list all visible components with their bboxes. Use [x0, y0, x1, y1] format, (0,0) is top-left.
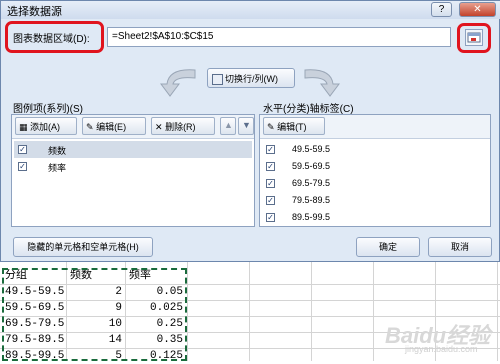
copy-selection-marquee: [2, 268, 187, 361]
ok-button[interactable]: 确定: [356, 237, 420, 257]
select-data-source-dialog: 选择数据源 ? ✕ 图表数据区域(D): =Sheet2!$A$10:$C$15…: [0, 0, 500, 262]
delete-label: 删除(R): [165, 122, 196, 132]
switch-row-column-button[interactable]: 切换行/列(W): [207, 68, 295, 88]
switch-icon: [212, 74, 223, 86]
category-row[interactable]: ✓ 69.5-79.5: [262, 175, 488, 192]
axis-toolbar: ✎ 编辑(T): [260, 115, 490, 139]
edit-axis-button[interactable]: ✎ 编辑(T): [263, 117, 325, 135]
delete-icon: ✕: [155, 122, 163, 132]
category-label: 69.5-79.5: [292, 178, 331, 188]
close-button[interactable]: ✕: [459, 2, 496, 17]
category-checkbox[interactable]: ✓: [266, 145, 275, 154]
edit-icon: ✎: [267, 122, 275, 132]
range-button-highlight: [457, 23, 491, 53]
edit-series-button[interactable]: ✎ 编辑(E): [82, 117, 146, 135]
category-checkbox[interactable]: ✓: [266, 162, 275, 171]
category-label: 49.5-59.5: [292, 144, 331, 154]
edit-label: 编辑(E): [96, 122, 127, 132]
add-label: 添加(A): [30, 122, 61, 132]
curved-arrow-left-icon: [160, 69, 196, 97]
add-icon: ▦: [19, 122, 28, 132]
category-row[interactable]: ✓ 89.5-99.5: [262, 209, 488, 226]
edit-axis-label: 编辑(T): [277, 122, 307, 132]
watermark-url: jingyan.baidu.com: [405, 344, 478, 354]
category-row[interactable]: ✓ 59.5-69.5: [262, 158, 488, 175]
category-row[interactable]: ✓ 49.5-59.5: [262, 141, 488, 158]
category-label: 79.5-89.5: [292, 195, 331, 205]
move-up-icon: ▲: [224, 120, 233, 130]
cancel-button[interactable]: 取消: [428, 237, 492, 257]
legend-entries-label: 图例项(系列)(S): [13, 104, 83, 115]
move-down-button[interactable]: ▼: [238, 117, 254, 135]
delete-series-button[interactable]: ✕ 删除(R): [151, 117, 215, 135]
move-down-icon: ▼: [242, 120, 251, 130]
category-checkbox[interactable]: ✓: [266, 196, 275, 205]
category-label: 89.5-99.5: [292, 212, 331, 222]
axis-labels-panel: ✎ 编辑(T) ✓ 49.5-59.5 ✓ 59.5-69.5 ✓ 69.5-7…: [259, 114, 491, 227]
range-label-highlight: [5, 21, 104, 53]
curved-arrow-right-icon: [304, 69, 340, 97]
dialog-title: 选择数据源: [7, 6, 62, 18]
chart-data-range-input[interactable]: =Sheet2!$A$10:$C$15: [107, 27, 451, 47]
series-checkbox[interactable]: ✓: [18, 162, 27, 171]
axis-labels-label: 水平(分类)轴标签(C): [263, 104, 354, 115]
help-button[interactable]: ?: [431, 2, 452, 17]
series-row[interactable]: ✓ 频数: [14, 141, 252, 158]
hidden-empty-cells-button[interactable]: 隐藏的单元格和空单元格(H): [13, 237, 153, 257]
title-bar: 选择数据源 ? ✕: [1, 1, 500, 19]
category-label: 59.5-69.5: [292, 161, 331, 171]
series-name: 频数: [48, 146, 67, 156]
switch-label: 切换行/列(W): [225, 74, 278, 84]
series-checkbox[interactable]: ✓: [18, 145, 27, 154]
category-checkbox[interactable]: ✓: [266, 213, 275, 222]
category-checkbox[interactable]: ✓: [266, 179, 275, 188]
edit-icon: ✎: [86, 122, 94, 132]
add-series-button[interactable]: ▦ 添加(A): [15, 117, 77, 135]
category-row[interactable]: ✓ 79.5-89.5: [262, 192, 488, 209]
series-row[interactable]: ✓ 频率: [14, 158, 252, 175]
legend-toolbar: ▦ 添加(A) ✎ 编辑(E) ✕ 删除(R) ▲ ▼: [12, 115, 254, 139]
legend-entries-panel: ▦ 添加(A) ✎ 编辑(E) ✕ 删除(R) ▲ ▼ ✓ 频数 ✓ 频率: [11, 114, 255, 227]
move-up-button[interactable]: ▲: [220, 117, 236, 135]
series-name: 频率: [48, 163, 67, 173]
